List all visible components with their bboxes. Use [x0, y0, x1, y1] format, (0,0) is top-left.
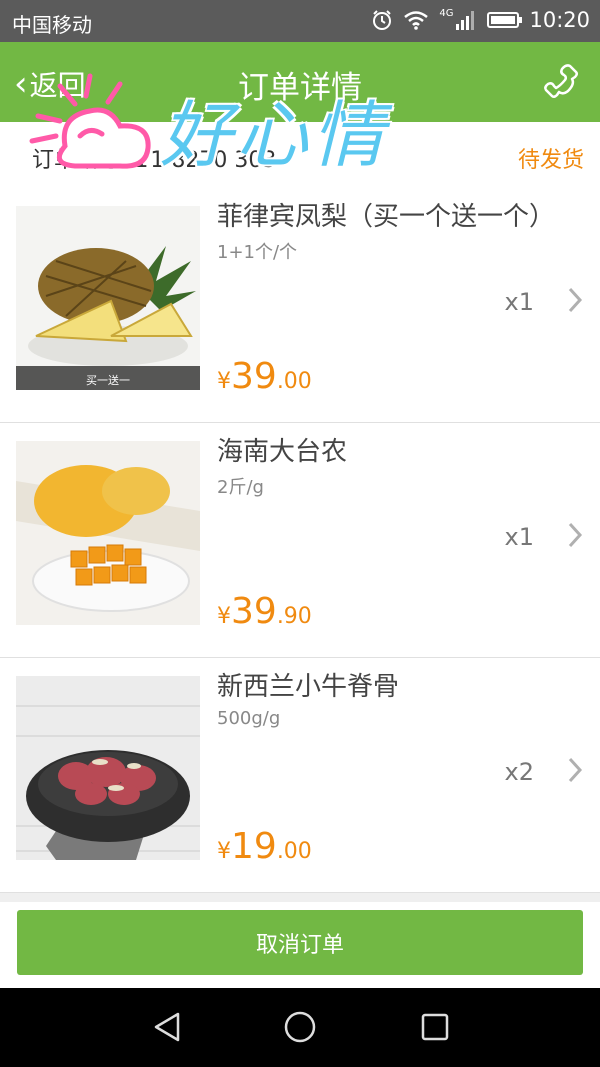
product-name: 菲律宾凤梨（买一个送一个） — [217, 202, 556, 232]
status-bar: 中国移动 4G 10:20 — [0, 0, 600, 42]
product-quantity: x1 — [504, 523, 534, 551]
price-symbol: ¥ — [217, 839, 231, 864]
chevron-right-icon[interactable] — [566, 286, 584, 314]
clock: 10:20 — [529, 8, 590, 32]
battery-icon — [487, 12, 523, 28]
network-type: 4G — [439, 7, 454, 19]
product-item-mango[interactable]: 海南大台农 2斤/g x1 ¥39.90 — [0, 423, 600, 658]
product-image-mango — [16, 441, 200, 625]
product-list: 买一送一 菲律宾凤梨（买一个送一个） 1+1个/个 x1 ¥39.00 海南大台… — [0, 188, 600, 893]
price-integer: 19 — [231, 826, 277, 867]
order-status: 待发货 — [517, 148, 584, 173]
order-number-label: 订单编号: 1 — [32, 148, 149, 173]
product-name: 新西兰小牛脊骨 — [217, 672, 400, 702]
product-price: ¥39.90 — [217, 591, 312, 632]
chevron-right-icon[interactable] — [566, 756, 584, 784]
price-decimal: .00 — [276, 839, 312, 864]
back-triangle-icon[interactable] — [150, 1010, 184, 1044]
wifi-icon — [404, 11, 429, 30]
phone-icon[interactable] — [542, 62, 582, 102]
order-number-value: 1 8270 303 — [150, 148, 277, 173]
product-name: 海南大台农 — [217, 437, 348, 467]
status-icons: 4G 10:20 — [371, 8, 590, 32]
product-image-pineapple: 买一送一 — [16, 206, 200, 390]
cancel-order-button[interactable]: 取消订单 — [17, 910, 583, 975]
product-spec: 2斤/g — [217, 477, 264, 498]
product-spec: 500g/g — [217, 708, 281, 729]
price-symbol: ¥ — [217, 604, 231, 629]
product-item-pineapple[interactable]: 买一送一 菲律宾凤梨（买一个送一个） 1+1个/个 x1 ¥39.00 — [0, 188, 600, 423]
carrier-name: 中国移动 — [12, 13, 92, 37]
chevron-right-icon[interactable] — [566, 521, 584, 549]
bottom-action-panel: 取消订单 — [0, 902, 600, 988]
signal-icon — [456, 11, 475, 30]
nav-bar: ‹ 返回 订单详情 — [0, 42, 600, 122]
price-decimal: .90 — [276, 604, 312, 629]
product-quantity: x1 — [504, 288, 534, 316]
product-item-beef[interactable]: 新西兰小牛脊骨 500g/g x2 ¥19.00 — [0, 658, 600, 893]
order-number: 订单编号: 11 8270 303 — [32, 142, 276, 174]
page-title: 订单详情 — [238, 70, 362, 106]
price-symbol: ¥ — [217, 369, 231, 394]
product-image-beef — [16, 676, 200, 860]
product-spec: 1+1个/个 — [217, 242, 298, 263]
alarm-icon — [373, 10, 392, 30]
image-badge: 买一送一 — [86, 374, 130, 387]
price-integer: 39 — [231, 356, 277, 397]
product-price: ¥19.00 — [217, 826, 312, 867]
order-info-bar: 订单编号: 11 8270 303 待发货 — [0, 122, 600, 189]
price-integer: 39 — [231, 591, 277, 632]
system-nav-bar — [0, 988, 600, 1067]
product-price: ¥39.00 — [217, 356, 312, 397]
home-circle-icon[interactable] — [283, 1010, 317, 1044]
price-decimal: .00 — [276, 369, 312, 394]
recents-square-icon[interactable] — [418, 1010, 452, 1044]
product-quantity: x2 — [504, 758, 534, 786]
